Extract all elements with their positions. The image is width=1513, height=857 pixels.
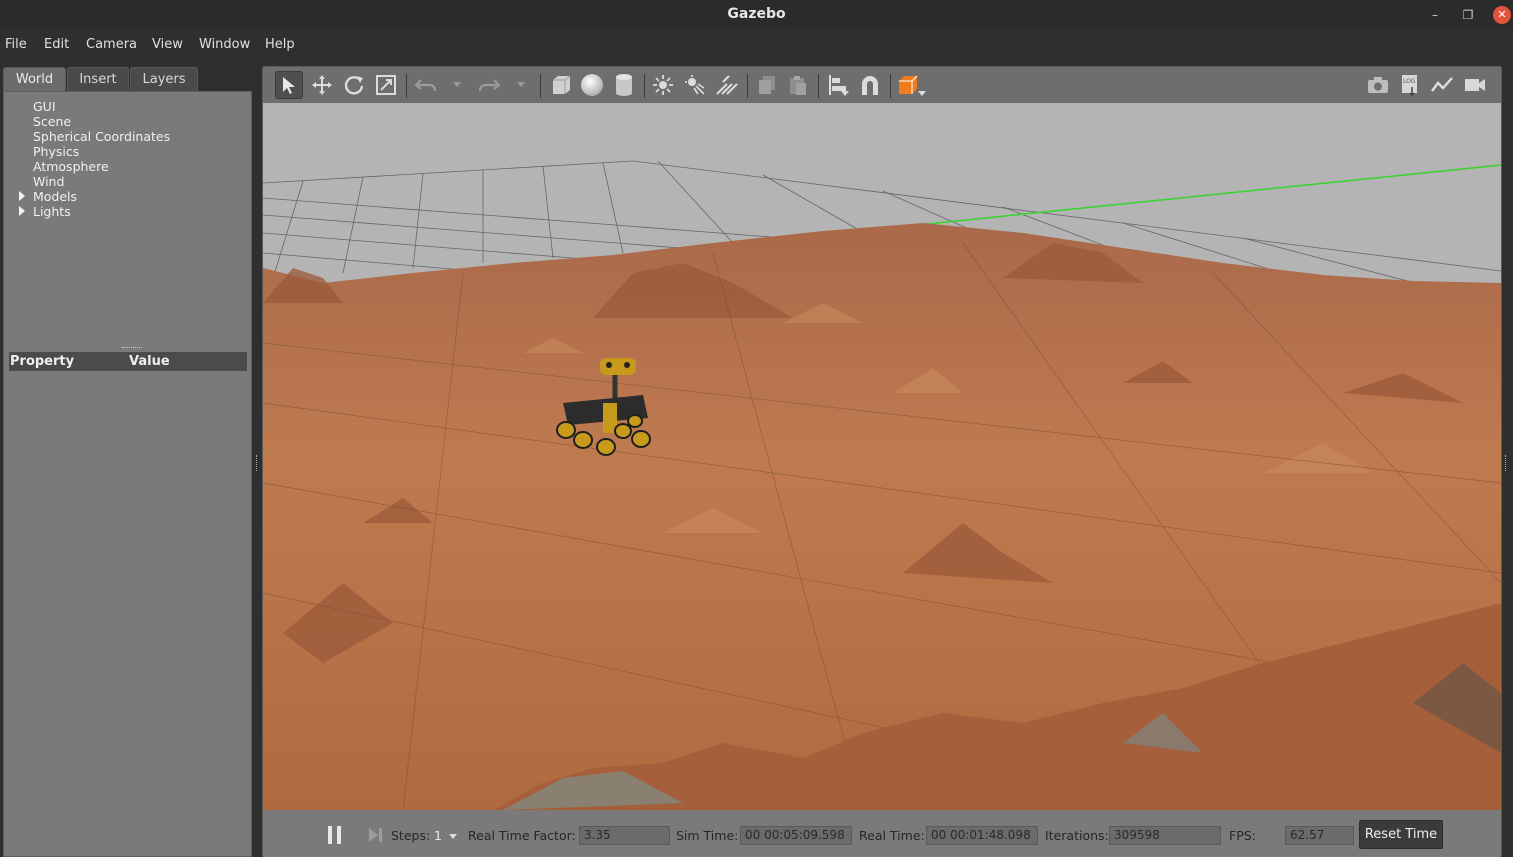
tab-insert[interactable]: Insert (67, 67, 129, 92)
value-column-header: Value (129, 354, 170, 369)
steps-label: Steps: (391, 828, 431, 843)
tree-item-lights[interactable]: Lights (33, 204, 71, 219)
paste-icon[interactable] (784, 71, 812, 99)
minimize-icon[interactable]: – (1426, 6, 1444, 24)
menu-help[interactable]: Help (265, 37, 295, 52)
reset-time-button[interactable]: Reset Time (1359, 820, 1443, 849)
right-splitter-handle[interactable] (1505, 455, 1508, 471)
scale-mode-icon[interactable] (372, 71, 400, 99)
pause-icon[interactable] (328, 826, 342, 844)
tree-item-scene[interactable]: Scene (33, 114, 71, 129)
steps-value[interactable]: 1 (434, 828, 442, 843)
translate-mode-icon[interactable] (308, 71, 336, 99)
tab-layers[interactable]: Layers (130, 67, 198, 92)
screenshot-camera-icon[interactable] (1364, 71, 1392, 99)
rotate-mode-icon[interactable] (340, 71, 368, 99)
point-light-icon[interactable] (649, 71, 677, 99)
menu-view[interactable]: View (152, 37, 183, 52)
expand-arrow-icon[interactable] (19, 191, 25, 201)
fps-value: 62.57 (1285, 826, 1354, 845)
directional-light-icon[interactable] (713, 71, 741, 99)
select-mode-icon[interactable] (275, 71, 303, 99)
close-icon[interactable]: ✕ (1493, 6, 1511, 24)
tree-item-models[interactable]: Models (33, 189, 77, 204)
real-time-factor-label: Real Time Factor: (468, 828, 576, 843)
property-column-header: Property (10, 354, 75, 369)
iterations-value: 309598 (1109, 826, 1221, 845)
tree-item-spherical-coordinates[interactable]: Spherical Coordinates (33, 129, 170, 144)
align-dropdown-icon[interactable] (841, 91, 849, 96)
iterations-label: Iterations: (1045, 828, 1109, 843)
menu-edit[interactable]: Edit (44, 37, 69, 52)
copy-icon[interactable] (753, 71, 781, 99)
sim-time-value: 00 00:05:09.598 (740, 826, 852, 845)
log-icon[interactable]: LOG (1396, 71, 1424, 99)
redo-history-dropdown-icon[interactable] (517, 82, 525, 87)
steps-dropdown-icon[interactable] (449, 834, 457, 839)
real-time-label: Real Time: (859, 828, 925, 843)
simulation-status-bar: Steps: 1 Real Time Factor: 3.35 Sim Time… (263, 810, 1501, 857)
expand-arrow-icon[interactable] (19, 206, 25, 216)
tree-item-physics[interactable]: Physics (33, 144, 79, 159)
step-icon[interactable] (367, 827, 383, 843)
snap-magnet-icon[interactable] (856, 71, 884, 99)
real-time-factor-value: 3.35 (579, 826, 670, 845)
panel-splitter-handle[interactable] (122, 347, 142, 349)
plot-icon[interactable] (1428, 71, 1456, 99)
tree-item-gui[interactable]: GUI (33, 99, 56, 114)
undo-icon[interactable] (412, 71, 440, 99)
menu-camera[interactable]: Camera (86, 37, 137, 52)
view-angle-dropdown-icon[interactable] (918, 91, 926, 96)
box-shape-icon[interactable] (547, 71, 575, 99)
fps-label: FPS: (1229, 828, 1256, 843)
menu-file[interactable]: File (5, 37, 27, 52)
cylinder-shape-icon[interactable] (610, 71, 638, 99)
sphere-shape-icon[interactable] (578, 71, 606, 99)
window-titlebar: Gazebo – ❐ ✕ (0, 0, 1513, 30)
property-table-header: Property Value (9, 352, 247, 371)
window-title: Gazebo (727, 6, 786, 22)
sim-time-label: Sim Time: (676, 828, 739, 843)
maximize-icon[interactable]: ❐ (1459, 6, 1477, 24)
scene-render (263, 103, 1501, 810)
svg-text:LOG: LOG (1403, 78, 1416, 85)
undo-history-dropdown-icon[interactable] (453, 82, 461, 87)
tree-item-atmosphere[interactable]: Atmosphere (33, 159, 109, 174)
world-panel: GUI Scene Spherical Coordinates Physics … (3, 91, 252, 857)
video-record-icon[interactable] (1461, 71, 1489, 99)
real-time-value: 00 00:01:48.098 (926, 826, 1038, 845)
tab-world[interactable]: World (3, 67, 66, 92)
tree-item-wind[interactable]: Wind (33, 174, 64, 189)
spot-light-icon[interactable] (681, 71, 709, 99)
3d-viewport[interactable] (263, 103, 1501, 810)
redo-icon[interactable] (475, 71, 503, 99)
render-toolbar: LOG (263, 67, 1501, 103)
left-splitter-handle[interactable] (256, 455, 259, 471)
menu-window[interactable]: Window (199, 37, 250, 52)
menu-bar: File Edit Camera View Window Help (0, 30, 1513, 58)
